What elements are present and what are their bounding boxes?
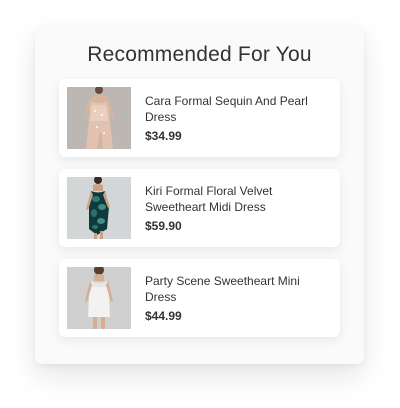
product-price: $59.90 <box>145 219 182 233</box>
product-image[interactable] <box>67 267 131 329</box>
product-card[interactable]: Kiri Formal Floral Velvet Sweetheart Mid… <box>59 169 340 247</box>
product-price: $44.99 <box>145 309 182 323</box>
product-card[interactable]: Party Scene Sweetheart Mini Dress $44.99 <box>59 259 340 337</box>
product-image[interactable] <box>67 87 131 149</box>
product-name[interactable]: Kiri Formal Floral Velvet Sweetheart Mid… <box>145 183 325 215</box>
product-name[interactable]: Cara Formal Sequin And Pearl Dress <box>145 93 325 125</box>
product-image[interactable] <box>67 177 131 239</box>
product-card[interactable]: Cara Formal Sequin And Pearl Dress $34.9… <box>59 79 340 157</box>
page: Recommended For You Cara Formal Sequin A… <box>0 0 400 408</box>
product-name[interactable]: Party Scene Sweetheart Mini Dress <box>145 273 325 305</box>
product-price: $34.99 <box>145 129 182 143</box>
recommendations-panel: Recommended For You Cara Formal Sequin A… <box>35 26 364 364</box>
section-title: Recommended For You <box>87 43 312 66</box>
